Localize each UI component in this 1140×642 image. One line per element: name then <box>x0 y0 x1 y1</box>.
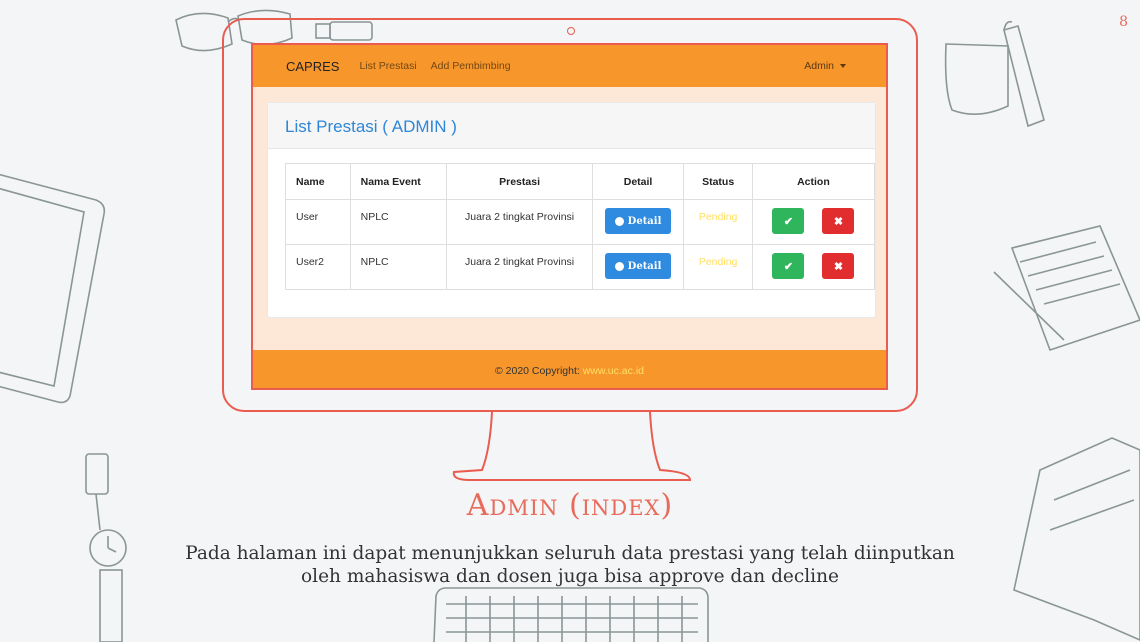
cell-status: Pending <box>683 244 753 290</box>
caret-down-icon <box>840 64 846 69</box>
col-nama-event: Nama Event <box>349 163 448 200</box>
cell-prestasi: Juara 2 tingkat Provinsi <box>446 199 593 245</box>
nav-list-prestasi[interactable]: List Prestasi <box>359 60 416 72</box>
footer-copyright: © 2020 Copyright: <box>495 365 580 377</box>
admin-dropdown[interactable]: Admin <box>804 60 846 72</box>
col-name: Name <box>285 163 351 200</box>
table-row: User2 NPLC Juara 2 tingkat Provinsi Deta… <box>285 244 876 290</box>
col-status: Status <box>683 163 753 200</box>
approve-button[interactable]: ✔ <box>772 208 805 234</box>
sticky-note-icon <box>944 43 1009 115</box>
decline-button[interactable]: ✖ <box>822 253 855 279</box>
circle-icon <box>614 261 624 271</box>
col-action: Action <box>751 163 876 200</box>
page-title: List Prestasi ( ADMIN ) <box>285 117 457 136</box>
slide-title: Admin (index) <box>466 488 674 523</box>
cell-event: NPLC <box>349 244 448 290</box>
footer-link[interactable]: www.uc.ac.id <box>583 365 644 377</box>
monitor-stand <box>452 411 692 481</box>
cell-action: ✔ ✖ <box>751 244 876 290</box>
status-badge: Pending <box>698 256 738 268</box>
slide-page-number: 8 <box>1119 14 1128 30</box>
decline-button[interactable]: ✖ <box>822 208 855 234</box>
navbar: CAPRES List Prestasi Add Pembimbing Admi… <box>253 45 886 87</box>
close-icon: ✖ <box>833 215 844 228</box>
keyboard-icon <box>433 587 709 642</box>
check-icon: ✔ <box>783 260 794 273</box>
footer: © 2020 Copyright: www.uc.ac.id <box>253 350 886 388</box>
notebook-icon <box>993 225 1140 352</box>
list-card: List Prestasi ( ADMIN ) Name Nama Event … <box>267 102 876 318</box>
col-detail: Detail <box>591 163 685 200</box>
nav-add-pembimbing[interactable]: Add Pembimbing <box>431 60 511 72</box>
watch-icon <box>85 453 127 642</box>
prestasi-table: Name Nama Event Prestasi Detail Status A… <box>285 163 876 290</box>
book-icon <box>1013 437 1140 641</box>
col-prestasi: Prestasi <box>446 163 593 200</box>
status-badge: Pending <box>698 211 738 223</box>
detail-button[interactable]: Detail <box>605 208 672 234</box>
table-header-row: Name Nama Event Prestasi Detail Status A… <box>285 163 876 200</box>
cell-name: User <box>285 199 351 245</box>
cell-status: Pending <box>683 199 753 245</box>
cell-prestasi: Juara 2 tingkat Provinsi <box>446 244 593 290</box>
approve-button[interactable]: ✔ <box>772 253 805 279</box>
close-icon: ✖ <box>833 260 844 273</box>
slide-description-line: oleh mahasiswa dan dosen juga bisa appro… <box>301 566 839 587</box>
tablet-icon <box>0 173 106 404</box>
detail-button-label: Detail <box>627 215 662 227</box>
camera-icon <box>567 27 575 35</box>
cell-action: ✔ ✖ <box>751 199 876 245</box>
slide-description: Pada halaman ini dapat menunjukkan selur… <box>170 542 970 588</box>
cell-detail: Detail <box>591 244 685 290</box>
detail-button[interactable]: Detail <box>605 253 672 279</box>
admin-dropdown-label: Admin <box>804 60 834 72</box>
cell-event: NPLC <box>349 199 448 245</box>
cell-detail: Detail <box>591 199 685 245</box>
cell-name: User2 <box>285 244 351 290</box>
slide-description-line: Pada halaman ini dapat menunjukkan selur… <box>185 543 955 564</box>
app-screen: CAPRES List Prestasi Add Pembimbing Admi… <box>251 43 888 390</box>
detail-button-label: Detail <box>627 260 662 272</box>
table-row: User NPLC Juara 2 tingkat Provinsi Detai… <box>285 199 876 245</box>
brand-link[interactable]: CAPRES <box>286 59 339 74</box>
pen-icon <box>1003 20 1045 128</box>
check-icon: ✔ <box>783 215 794 228</box>
circle-icon <box>614 216 624 226</box>
